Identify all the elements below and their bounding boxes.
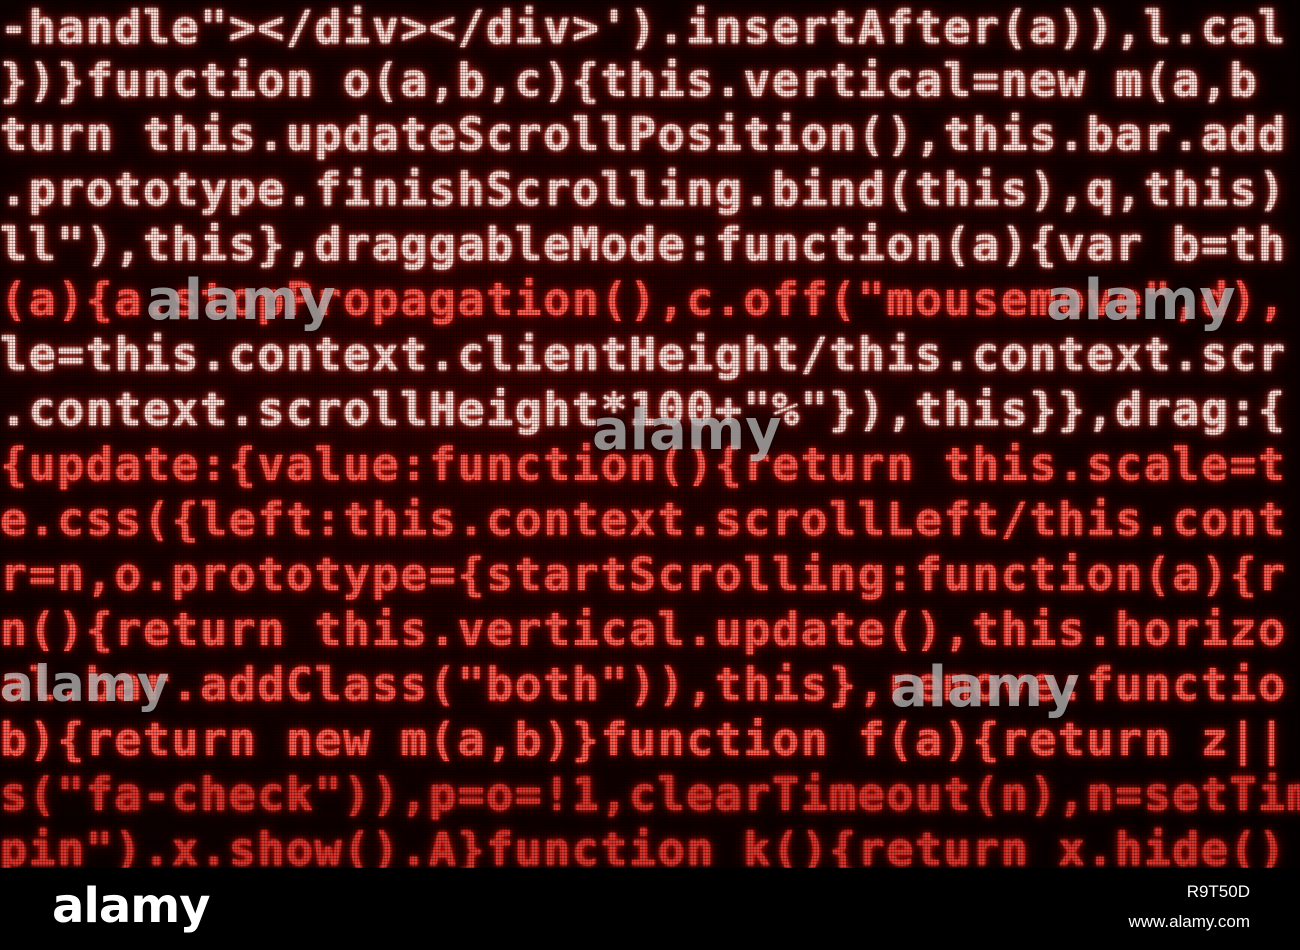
code-line: })}function o(a,b,c){this.vertical=new m… bbox=[0, 54, 1259, 107]
image-id-label: R9T50D bbox=[1186, 882, 1250, 901]
stock-url-label: www.alamy.com bbox=[1128, 912, 1250, 931]
code-line: turn this.updateScrollPosition(),this.ba… bbox=[0, 108, 1287, 161]
code-line: .context.scrollHeight*100+"%"}),this}},d… bbox=[0, 383, 1287, 436]
code-line: s("fa-check")),p=o=!1,clearTimeout(n),n=… bbox=[0, 768, 1300, 821]
code-line: e.css({left:this.context.scrollLeft/this… bbox=[0, 493, 1287, 546]
stock-logo: alamy bbox=[52, 878, 211, 934]
code-line: r=n,o.prototype={startScrolling:function… bbox=[0, 548, 1287, 601]
code-line: -handle"></div></div>').insertAfter(a)),… bbox=[0, 1, 1287, 54]
code-line: b){return new m(a,b)}function f(a){retur… bbox=[0, 713, 1287, 766]
code-line: (a){a.stopPropagation(),c.off("mousemove… bbox=[0, 273, 1287, 326]
code-line: .prototype.finishScrolling.bind(this),q,… bbox=[0, 163, 1287, 216]
stock-footer-bar: alamy R9T50D www.alamy.com bbox=[0, 868, 1300, 950]
code-line: le=this.context.clientHeight/this.contex… bbox=[0, 328, 1287, 381]
code-line: n(){return this.vertical.update(),this.h… bbox=[0, 603, 1287, 656]
code-line: pin").x.show().A}function k(){return x.h… bbox=[0, 823, 1287, 868]
code-line: ll"),this},draggableMode:function(a){var… bbox=[0, 218, 1287, 271]
code-screen-photo: -handle"></div></div>').insertAfter(a)),… bbox=[0, 0, 1300, 868]
code-line: al.bar.addClass("both")),this},remove:fu… bbox=[0, 658, 1287, 711]
code-line: {update:{value:function(){return this.sc… bbox=[0, 438, 1287, 491]
